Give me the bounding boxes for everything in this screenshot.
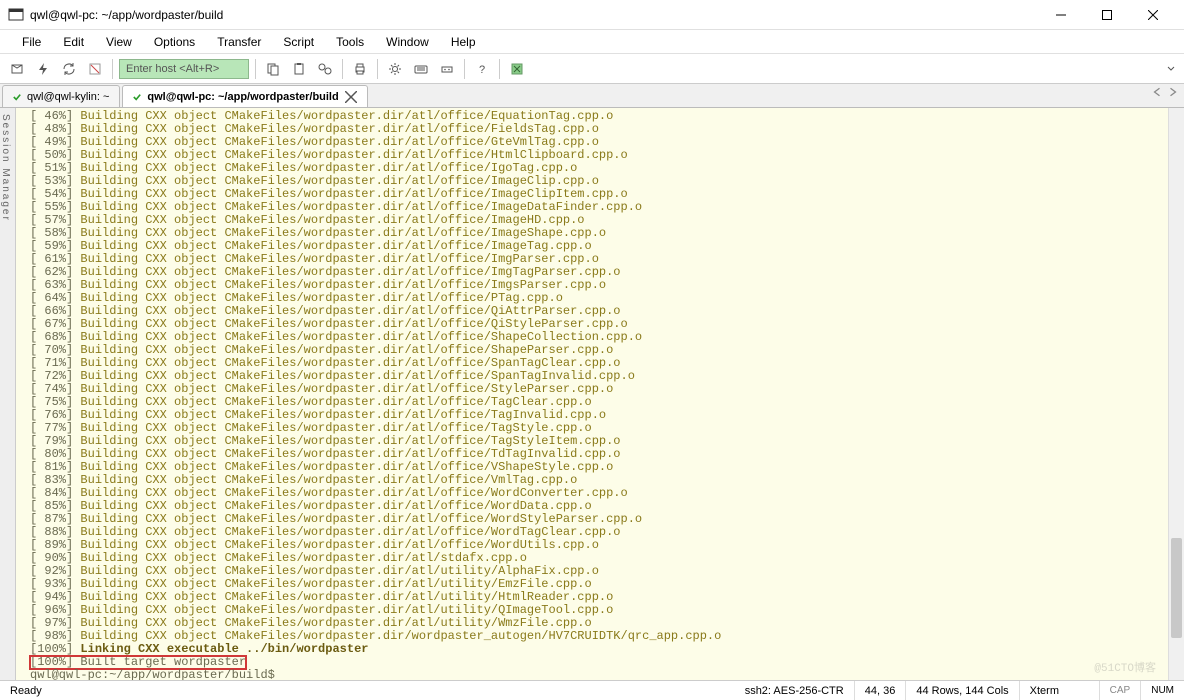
toolbar-separator [342,59,343,79]
x-icon[interactable] [506,58,528,80]
status-num: NUM [1141,681,1184,700]
help-icon[interactable]: ? [471,58,493,80]
toolbar-separator [377,59,378,79]
tab-prev-icon[interactable] [1152,87,1162,97]
menu-tools[interactable]: Tools [326,33,374,51]
paste-icon[interactable] [288,58,310,80]
terminal[interactable]: [ 46%] Building CXX object CMakeFiles/wo… [16,108,1184,680]
menu-view[interactable]: View [96,33,142,51]
reconnect-icon[interactable] [58,58,80,80]
menu-window[interactable]: Window [376,33,439,51]
gear-icon[interactable] [384,58,406,80]
status-caps: CAP [1100,681,1142,700]
copy-icon[interactable] [262,58,284,80]
toolbar: Enter host <Alt+R> ? [0,54,1184,84]
tab-next-icon[interactable] [1168,87,1178,97]
watermark: @51CTO博客 [1094,663,1156,676]
minimize-button[interactable] [1038,0,1084,30]
session-manager-panel[interactable]: Session Manager [0,108,16,680]
toolbar-separator [255,59,256,79]
toolbar-overflow[interactable] [1164,58,1178,80]
menu-edit[interactable]: Edit [53,33,94,51]
window-title: qwl@qwl-pc: ~/app/wordpaster/build [30,8,1038,22]
tabstrip: qwl@qwl-kylin: ~ qwl@qwl-pc: ~/app/wordp… [0,84,1184,108]
scrollbar-thumb[interactable] [1171,538,1182,638]
keyboard-icon[interactable] [410,58,432,80]
main-area: Session Manager [ 46%] Building CXX obje… [0,108,1184,680]
serial-icon[interactable] [436,58,458,80]
status-connection: ssh2: AES-256-CTR [735,681,855,700]
host-input[interactable]: Enter host <Alt+R> [119,59,249,79]
check-icon [13,93,21,101]
app-icon [8,7,24,23]
toolbar-separator [112,59,113,79]
status-size: 44 Rows, 144 Cols [906,681,1019,700]
menu-transfer[interactable]: Transfer [207,33,271,51]
check-icon [133,93,141,101]
close-icon[interactable] [345,91,357,103]
scrollbar-vertical[interactable] [1168,108,1184,680]
tab-session-2[interactable]: qwl@qwl-pc: ~/app/wordpaster/build [122,85,367,107]
print-icon[interactable] [349,58,371,80]
toolbar-separator [464,59,465,79]
profile-icon[interactable] [6,58,28,80]
svg-text:?: ? [479,64,485,76]
menu-options[interactable]: Options [144,33,205,51]
find-icon[interactable] [314,58,336,80]
menu-script[interactable]: Script [273,33,324,51]
statusbar: Ready ssh2: AES-256-CTR 44, 36 44 Rows, … [0,680,1184,700]
close-button[interactable] [1130,0,1176,30]
tab-label: qwl@qwl-pc: ~/app/wordpaster/build [147,91,338,103]
menu-help[interactable]: Help [441,33,486,51]
toolbar-separator [499,59,500,79]
status-termtype: Xterm [1020,681,1100,700]
disconnect-icon[interactable] [84,58,106,80]
menubar: File Edit View Options Transfer Script T… [0,30,1184,54]
maximize-button[interactable] [1084,0,1130,30]
bolt-icon[interactable] [32,58,54,80]
menu-file[interactable]: File [12,33,51,51]
status-cursor: 44, 36 [855,681,907,700]
terminal-prompt[interactable]: qwl@qwl-pc:~/app/wordpaster/build$ [18,669,1184,680]
status-ready: Ready [0,681,60,700]
tab-session-1[interactable]: qwl@qwl-kylin: ~ [2,85,120,107]
tab-label: qwl@qwl-kylin: ~ [27,91,109,103]
titlebar: qwl@qwl-pc: ~/app/wordpaster/build [0,0,1184,30]
